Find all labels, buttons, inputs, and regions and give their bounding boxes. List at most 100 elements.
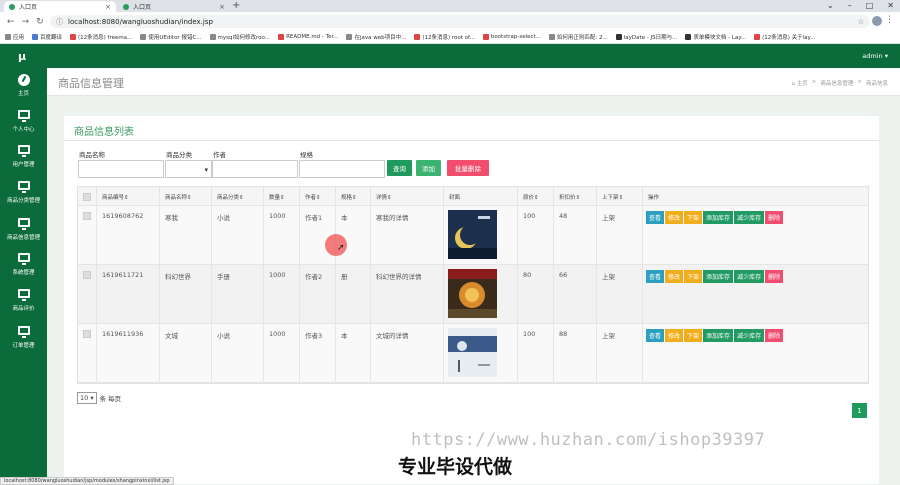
bookmark-item[interactable]: (12条消息) freema... [70, 33, 132, 41]
browser-menu-icon[interactable]: ⋮ [885, 15, 894, 25]
sidebar-item-products[interactable]: 商品信息管理 [0, 218, 47, 241]
edit-button[interactable]: 修改 [665, 211, 684, 224]
breadcrumb-home[interactable]: ⌂ 主页 [792, 79, 808, 87]
address-bar[interactable]: ⓘ localhost:8080/wangluoshudian/index.js… [50, 15, 870, 28]
browser-tab-2[interactable]: 入口页 × [118, 1, 230, 12]
column-header[interactable]: 规格⇕ [335, 187, 370, 205]
sidebar-item-label: 订单管理 [12, 343, 35, 349]
add-stock-button[interactable]: 添加库存 [703, 211, 734, 224]
view-button[interactable]: 查看 [646, 270, 665, 283]
bookmark-item[interactable]: 使用UEditor 报错C... [140, 33, 202, 41]
bookmark-item[interactable]: 如何用正则匹配: 2... [548, 33, 608, 41]
info-icon[interactable]: ⓘ [56, 17, 63, 27]
column-header[interactable]: 作者⇕ [299, 187, 335, 205]
cell-name: 文城 [159, 324, 211, 382]
bookmark-item[interactable]: 在java web项目中... [346, 33, 406, 41]
edit-button[interactable]: 修改 [665, 270, 684, 283]
app-logo[interactable]: μ [18, 50, 26, 63]
view-button[interactable]: 查看 [646, 329, 665, 342]
generic-icon [278, 34, 285, 40]
page-size-select[interactable]: 10 ▾ [77, 392, 97, 404]
bookmark-item[interactable]: 应用 [5, 33, 24, 41]
sidebar-item-reviews[interactable]: 商品评价 [0, 289, 47, 312]
spec-input[interactable] [299, 160, 385, 178]
row-select-cell [78, 206, 96, 264]
search-button[interactable]: 查询 [387, 160, 412, 176]
reduce-stock-button[interactable]: 减少库存 [734, 329, 765, 342]
bookmark-item[interactable]: bootstrap-select... [482, 34, 541, 40]
cell-name: 科幻世界 [159, 265, 211, 323]
profile-avatar[interactable] [872, 16, 882, 26]
column-header[interactable]: 商品编号⇕ [96, 187, 159, 205]
cell-actions: 查看 修改 下架 添加库存 减少库存 删除 [642, 265, 870, 323]
reduce-stock-button[interactable]: 减少库存 [734, 211, 765, 224]
bookmark-item[interactable]: (12条消息) root of... [414, 33, 475, 41]
cell-cover [443, 206, 517, 264]
sidebar-item-categories[interactable]: 商品分类管理 [0, 181, 47, 204]
monitor-icon [17, 289, 30, 301]
category-select[interactable]: ▾ [165, 160, 212, 178]
column-header[interactable]: 商品分类⇕ [211, 187, 263, 205]
sidebar-item-label: 用户管理 [12, 162, 35, 168]
bookmark-item[interactable]: README.md - Ter... [278, 34, 338, 40]
row-checkbox[interactable] [83, 271, 91, 279]
new-tab-button[interactable]: + [232, 0, 240, 12]
pagination-page-button[interactable]: 1 [852, 403, 867, 418]
cell-spec: 本 [335, 324, 370, 382]
delete-button[interactable]: 删除 [765, 211, 784, 224]
sidebar-item-users[interactable]: 用户管理 [0, 145, 47, 168]
column-header[interactable]: 详情⇕ [370, 187, 443, 205]
browser-tab-1[interactable]: 入口页 × [4, 1, 116, 12]
tab-close-icon[interactable]: × [105, 3, 111, 11]
tab-search-button[interactable]: ⌄ [827, 0, 834, 12]
column-header[interactable]: 商品名称⇕ [159, 187, 211, 205]
back-arrow-icon[interactable]: ← [7, 17, 15, 27]
product-name-input[interactable] [78, 160, 164, 178]
author-input[interactable] [212, 160, 298, 178]
offshelf-button[interactable]: 下架 [684, 211, 703, 224]
row-checkbox[interactable] [83, 330, 91, 338]
breadcrumb-section[interactable]: 商品信息管理 [820, 79, 853, 87]
maximize-button[interactable]: □ [866, 0, 874, 12]
offshelf-button[interactable]: 下架 [684, 270, 703, 283]
reduce-stock-button[interactable]: 减少库存 [734, 270, 765, 283]
bookmark-item[interactable]: mysql如何修改roo... [209, 33, 270, 41]
offshelf-button[interactable]: 下架 [684, 329, 703, 342]
column-header[interactable]: 原价⇕ [517, 187, 553, 205]
bookmark-star-icon[interactable]: ☆ [858, 18, 864, 26]
add-button[interactable]: 添加 [416, 160, 441, 176]
sidebar-item-profile[interactable]: 个人中心 [0, 110, 47, 133]
batch-delete-button[interactable]: 批量删除 [447, 160, 489, 176]
bookmark-item[interactable]: layDate - JS日期与... [615, 33, 677, 41]
cell-discount: 48 [553, 206, 596, 264]
column-header[interactable]: 上下架⇕ [596, 187, 642, 205]
forward-arrow-icon[interactable]: → [22, 17, 30, 27]
column-header[interactable]: 折扣价⇕ [553, 187, 596, 205]
reload-icon[interactable]: ↻ [36, 17, 44, 27]
close-window-button[interactable]: ✕ [887, 0, 894, 12]
sidebar-item-system[interactable]: 系统管理 [0, 253, 47, 276]
select-all-checkbox[interactable] [83, 193, 91, 201]
tab-close-icon[interactable]: × [219, 3, 225, 11]
row-checkbox[interactable] [83, 212, 91, 220]
user-menu[interactable]: admin ▾ [862, 52, 888, 60]
add-stock-button[interactable]: 添加库存 [703, 270, 734, 283]
edit-button[interactable]: 修改 [665, 329, 684, 342]
table-row: 1619611936 文城 小说 1000 作者3 本 文城的详情 100 88… [78, 324, 868, 383]
tab-favicon-icon [123, 3, 129, 10]
add-stock-button[interactable]: 添加库存 [703, 329, 734, 342]
sidebar-item-orders[interactable]: 订单管理 [0, 326, 47, 349]
bookmark-item[interactable]: 表单模块文档 - Lay... [685, 33, 746, 41]
sidebar-item-home[interactable]: 主页 [0, 74, 47, 97]
watermark-text: https://www.huzhan.com/ishop39397 [411, 430, 766, 450]
window-controls: ⌄ – □ ✕ [827, 0, 894, 12]
bookmark-item[interactable]: 百度翻译 [32, 33, 62, 41]
minimize-button[interactable]: – [848, 0, 852, 12]
view-button[interactable]: 查看 [646, 211, 665, 224]
bookmark-item[interactable]: (12条消息) 关于lay... [754, 33, 815, 41]
generic-icon [548, 34, 555, 40]
sidebar-item-label: 商品信息管理 [6, 235, 40, 241]
delete-button[interactable]: 删除 [765, 329, 784, 342]
delete-button[interactable]: 删除 [765, 270, 784, 283]
column-header[interactable]: 数量⇕ [263, 187, 299, 205]
